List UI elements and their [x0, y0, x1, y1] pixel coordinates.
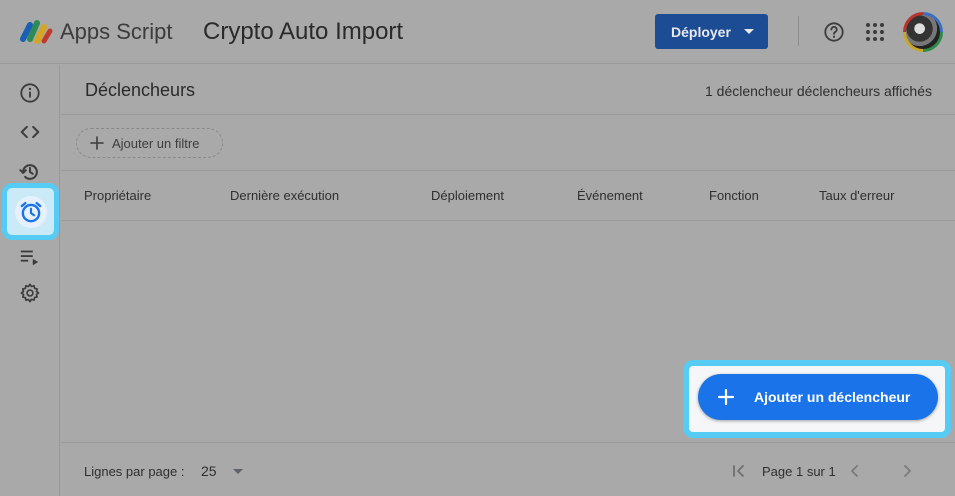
rail-item-triggers[interactable]	[2, 183, 59, 240]
rows-per-page-select[interactable]: 25	[201, 460, 251, 482]
add-trigger-button[interactable]: Ajouter un déclencheur	[698, 374, 938, 420]
divider	[61, 442, 955, 443]
divider	[61, 170, 955, 171]
rail-item-history[interactable]	[18, 160, 42, 184]
help-icon[interactable]	[823, 21, 845, 43]
first-page-icon	[733, 465, 744, 477]
executions-icon	[20, 250, 39, 266]
column-header-deployment[interactable]: Déploiement	[431, 188, 504, 203]
rail-item-settings[interactable]	[18, 281, 42, 305]
alarm-icon	[20, 201, 42, 223]
history-icon	[19, 164, 38, 180]
rows-per-page-label: Lignes par page :	[84, 464, 185, 479]
first-page-button[interactable]	[729, 461, 749, 481]
add-filter-button[interactable]: Ajouter un filtre	[76, 128, 223, 158]
apps-grid-icon[interactable]	[865, 22, 885, 42]
previous-page-button[interactable]	[845, 461, 865, 481]
column-header-event[interactable]: Événement	[577, 188, 643, 203]
brand-name: Apps Script	[60, 19, 173, 44]
avatar-image	[906, 15, 940, 49]
header-divider	[798, 16, 799, 46]
trigger-count: 1 déclencheur déclencheurs affichés	[704, 83, 932, 99]
rail-item-executions[interactable]	[18, 245, 42, 269]
plus-icon	[90, 136, 104, 150]
code-icon	[20, 125, 40, 139]
info-icon	[20, 83, 40, 103]
rail-item-editor[interactable]	[18, 120, 42, 144]
add-trigger-label: Ajouter un déclencheur	[754, 389, 911, 405]
project-title[interactable]: Crypto Auto Import	[203, 18, 403, 46]
apps-script-logo-icon[interactable]	[20, 17, 54, 47]
chevron-right-icon	[904, 465, 911, 477]
divider	[61, 220, 955, 221]
rail-item-overview[interactable]	[18, 81, 42, 105]
chevron-down-icon	[232, 468, 243, 474]
column-header-error-rate[interactable]: Taux d'erreur	[819, 188, 894, 203]
add-trigger-highlight: Ajouter un déclencheur	[683, 360, 951, 438]
deploy-button[interactable]: Déployer	[655, 14, 768, 49]
gear-icon	[20, 283, 40, 303]
triggers-panel: Déclencheurs 1 déclencheur déclencheurs …	[61, 65, 955, 496]
column-header-last-run[interactable]: Dernière exécution	[230, 188, 339, 203]
deploy-button-label: Déployer	[671, 23, 731, 40]
app-header: Apps Script Crypto Auto Import Déployer	[0, 0, 955, 64]
column-header-owner[interactable]: Propriétaire	[84, 188, 151, 203]
next-page-button[interactable]	[897, 461, 917, 481]
page-title: Déclencheurs	[85, 80, 196, 100]
add-filter-label: Ajouter un filtre	[112, 135, 200, 151]
page-info: Page 1 sur 1	[762, 464, 836, 479]
plus-icon	[718, 389, 734, 405]
divider	[61, 114, 955, 115]
chevron-down-icon	[744, 29, 754, 34]
avatar[interactable]	[903, 12, 943, 52]
rows-per-page-value: 25	[201, 463, 217, 479]
column-header-function[interactable]: Fonction	[709, 188, 759, 203]
left-rail	[0, 65, 60, 496]
chevron-left-icon	[851, 465, 858, 477]
